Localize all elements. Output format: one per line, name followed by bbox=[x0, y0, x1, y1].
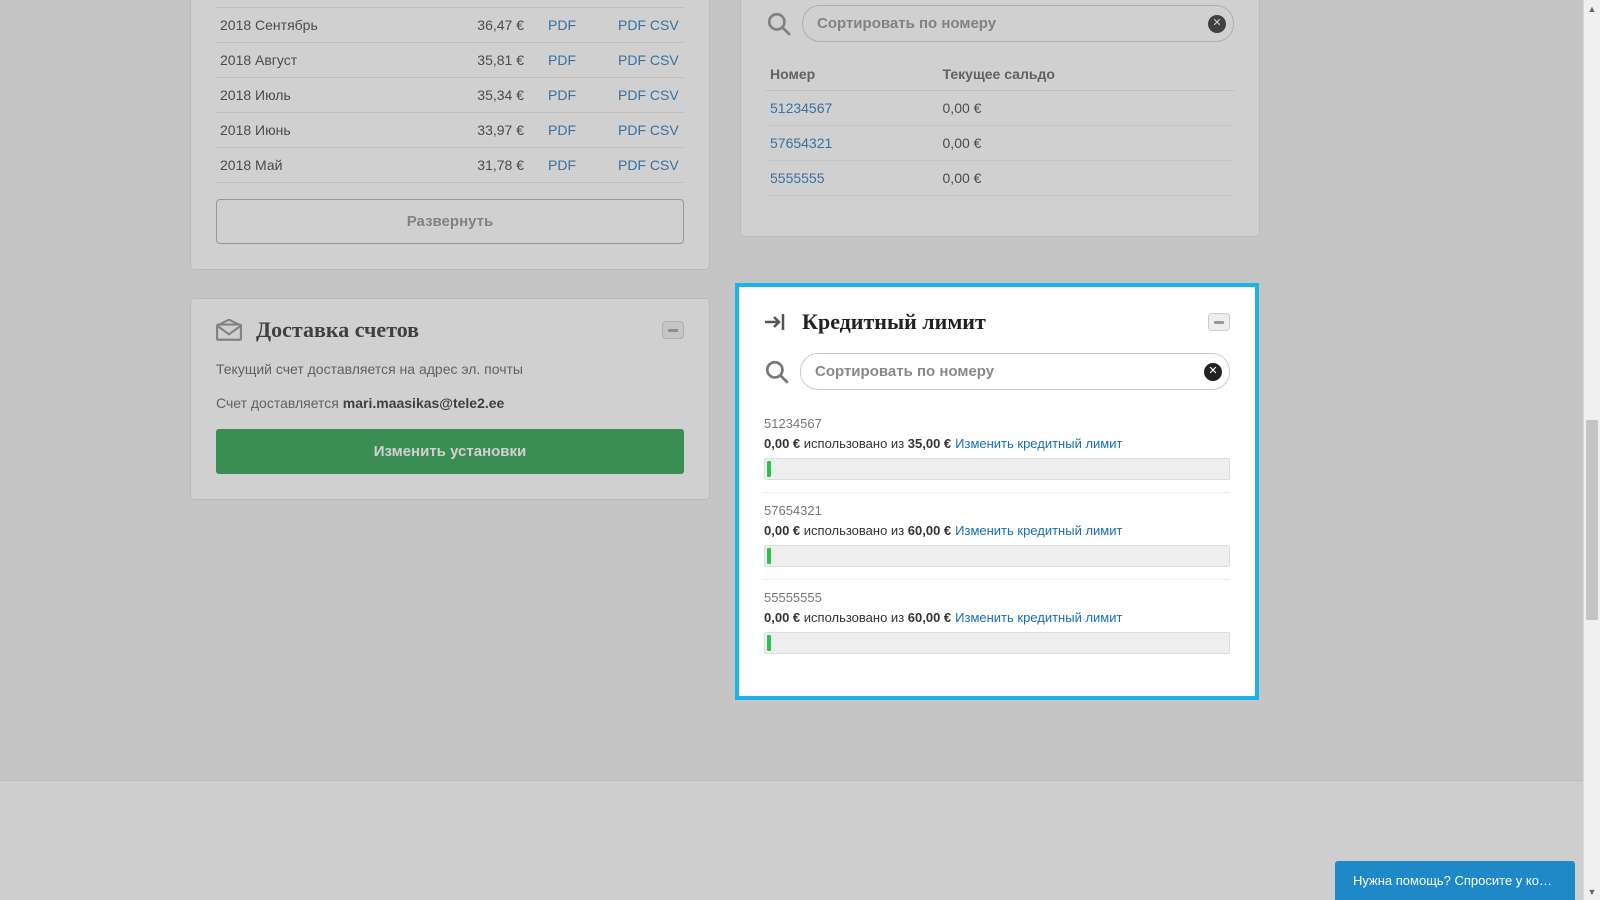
change-settings-button[interactable]: Изменить установки bbox=[216, 429, 684, 474]
invoices-table: 2018 Октябрь31,05 €PDFPDF CSV2018 Сентяб… bbox=[216, 0, 684, 183]
balance-value: 0,00 € bbox=[939, 161, 1234, 196]
credit-usage-text: 0,00 € использовано из 60,00 €Изменить к… bbox=[764, 523, 1230, 538]
collapse-icon[interactable] bbox=[662, 321, 684, 339]
delivery-line2: Счет доставляется mari.maasikas@tele2.ee bbox=[216, 395, 684, 411]
invoice-amount: 35,81 € bbox=[454, 43, 544, 78]
invoice-period: 2018 Октябрь bbox=[216, 0, 454, 8]
invoice-detail-csv-link[interactable]: CSV bbox=[650, 157, 679, 173]
invoice-pdf-link[interactable]: PDF bbox=[548, 17, 576, 33]
credit-usage-text: 0,00 € использовано из 35,00 €Изменить к… bbox=[764, 436, 1230, 451]
change-credit-limit-link[interactable]: Изменить кредитный лимит bbox=[955, 523, 1122, 538]
scroll-up-icon[interactable]: ▲ bbox=[1584, 0, 1600, 17]
col-balance: Текущее сальдо bbox=[939, 58, 1234, 91]
invoice-detail-csv-link[interactable]: CSV bbox=[650, 17, 679, 33]
collapse-icon[interactable] bbox=[1208, 313, 1230, 331]
delivery-card: Доставка счетов Текущий счет доставляетс… bbox=[190, 298, 710, 500]
delivery-email: mari.maasikas@tele2.ee bbox=[343, 395, 505, 411]
table-row: 51234567 0,00 € bbox=[766, 91, 1234, 126]
credit-progress bbox=[764, 458, 1230, 480]
invoice-period: 2018 Август bbox=[216, 43, 454, 78]
change-credit-limit-link[interactable]: Изменить кредитный лимит bbox=[955, 610, 1122, 625]
balance-search-input[interactable] bbox=[802, 5, 1234, 42]
invoice-amount: 33,97 € bbox=[454, 113, 544, 148]
vertical-scrollbar[interactable]: ▲ ▼ bbox=[1583, 0, 1600, 900]
credit-number: 55555555 bbox=[764, 590, 1230, 605]
credit-limit-item: 55555555 0,00 € использовано из 60,00 €Из… bbox=[764, 580, 1230, 666]
credit-usage-text: 0,00 € использовано из 60,00 €Изменить к… bbox=[764, 610, 1230, 625]
delivery-line1: Текущий счет доставляется на адрес эл. п… bbox=[216, 361, 684, 377]
balance-card: ✕ Номер Текущее сальдо 512345670,00 €576… bbox=[740, 0, 1260, 237]
credit-progress bbox=[764, 545, 1230, 567]
search-icon bbox=[764, 359, 790, 385]
balance-table: Номер Текущее сальдо 512345670,00 €57654… bbox=[766, 58, 1234, 196]
credit-search-input[interactable] bbox=[800, 353, 1230, 390]
scroll-down-icon[interactable]: ▼ bbox=[1584, 883, 1600, 900]
delivery-title: Доставка счетов bbox=[256, 317, 419, 343]
delivery-line2-prefix: Счет доставляется bbox=[216, 395, 343, 411]
credit-number: 57654321 bbox=[764, 503, 1230, 518]
table-row: 2018 Август35,81 €PDFPDF CSV bbox=[216, 43, 684, 78]
col-number: Номер bbox=[766, 58, 939, 91]
clear-search-button[interactable]: ✕ bbox=[1208, 15, 1226, 33]
invoice-period: 2018 Июнь bbox=[216, 113, 454, 148]
invoice-detail-pdf-link[interactable]: PDF bbox=[618, 52, 646, 68]
table-row: 57654321 0,00 € bbox=[766, 126, 1234, 161]
balance-number-link[interactable]: 51234567 bbox=[770, 100, 832, 116]
balance-number-link[interactable]: 57654321 bbox=[770, 135, 832, 151]
table-row: 2018 Июль35,34 €PDFPDF CSV bbox=[216, 78, 684, 113]
invoices-card: 2018 Октябрь31,05 €PDFPDF CSV2018 Сентяб… bbox=[190, 0, 710, 270]
change-credit-limit-link[interactable]: Изменить кредитный лимит bbox=[955, 436, 1122, 451]
invoice-pdf-link[interactable]: PDF bbox=[548, 157, 576, 173]
invoice-detail-csv-link[interactable]: CSV bbox=[650, 87, 679, 103]
balance-value: 0,00 € bbox=[939, 91, 1234, 126]
invoice-amount: 36,47 € bbox=[454, 8, 544, 43]
invoice-detail-csv-link[interactable]: CSV bbox=[650, 122, 679, 138]
clear-search-button[interactable]: ✕ bbox=[1204, 363, 1222, 381]
envelope-icon bbox=[216, 319, 242, 341]
credit-limit-item: 57654321 0,00 € использовано из 60,00 €Из… bbox=[764, 493, 1230, 580]
balance-value: 0,00 € bbox=[939, 126, 1234, 161]
invoice-period: 2018 Май bbox=[216, 148, 454, 183]
invoice-detail-pdf-link[interactable]: PDF bbox=[618, 87, 646, 103]
invoice-period: 2018 Сентябрь bbox=[216, 8, 454, 43]
table-row: 2018 Сентябрь36,47 €PDFPDF CSV bbox=[216, 8, 684, 43]
invoice-detail-csv-link[interactable]: CSV bbox=[650, 52, 679, 68]
balance-number-link[interactable]: 5555555 bbox=[770, 170, 825, 186]
credit-limit-item: 51234567 0,00 € использовано из 35,00 €Из… bbox=[764, 406, 1230, 493]
invoice-pdf-link[interactable]: PDF bbox=[548, 87, 576, 103]
invoice-amount: 31,05 € bbox=[454, 0, 544, 8]
table-row: 2018 Май31,78 €PDFPDF CSV bbox=[216, 148, 684, 183]
invoice-period: 2018 Июль bbox=[216, 78, 454, 113]
credit-number: 51234567 bbox=[764, 416, 1230, 431]
invoice-detail-pdf-link[interactable]: PDF bbox=[618, 122, 646, 138]
invoice-detail-pdf-link[interactable]: PDF bbox=[618, 157, 646, 173]
help-chat-tab[interactable]: Нужна помощь? Спросите у консул... bbox=[1335, 861, 1575, 900]
invoice-pdf-link[interactable]: PDF bbox=[548, 122, 576, 138]
table-row: 2018 Июнь33,97 €PDFPDF CSV bbox=[216, 113, 684, 148]
invoice-amount: 35,34 € bbox=[454, 78, 544, 113]
invoice-pdf-link[interactable]: PDF bbox=[548, 52, 576, 68]
table-row: 2018 Октябрь31,05 €PDFPDF CSV bbox=[216, 0, 684, 8]
credit-progress bbox=[764, 632, 1230, 654]
credit-title: Кредитный лимит bbox=[802, 309, 986, 335]
invoice-amount: 31,78 € bbox=[454, 148, 544, 183]
scroll-thumb[interactable] bbox=[1586, 420, 1598, 620]
arrow-in-icon bbox=[764, 312, 788, 332]
expand-button[interactable]: Развернуть bbox=[216, 199, 684, 244]
invoice-detail-pdf-link[interactable]: PDF bbox=[618, 17, 646, 33]
credit-limit-panel: Кредитный лимит ✕ 51234567 0,00 € использ… bbox=[735, 283, 1259, 700]
search-icon bbox=[766, 11, 792, 37]
table-row: 5555555 0,00 € bbox=[766, 161, 1234, 196]
